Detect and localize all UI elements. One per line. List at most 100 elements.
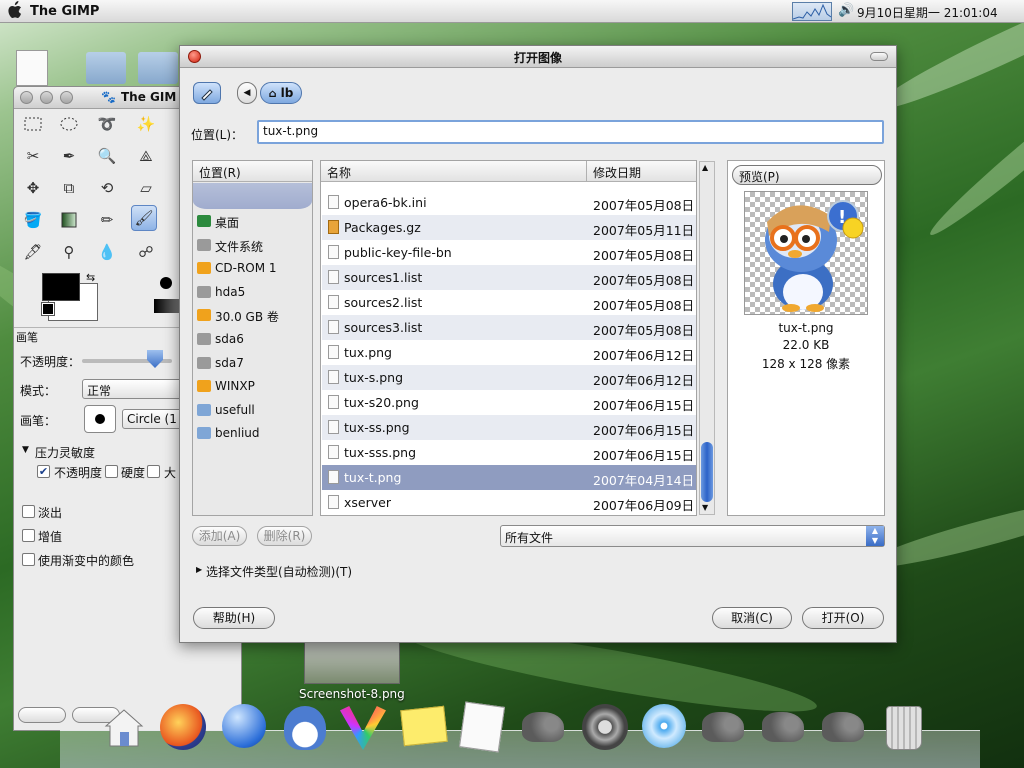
scroll-up-icon[interactable]: ▲	[702, 163, 708, 172]
pencil-icon[interactable]: ✏	[94, 207, 120, 233]
place-item[interactable]: 30.0 GB 卷	[193, 304, 311, 327]
firefox-dock-icon[interactable]	[160, 704, 206, 750]
place-item[interactable]: 文件系统	[193, 234, 311, 257]
gimp-dock-icon[interactable]	[522, 712, 564, 742]
folder-desktop-icon[interactable]	[86, 52, 126, 84]
open-button[interactable]: 打开(O)	[802, 607, 884, 629]
home-place-row[interactable]	[193, 183, 312, 209]
file-row[interactable]: tux-s.png 2007年06月12日	[322, 365, 696, 390]
expander-arrow-icon[interactable]: ▼	[22, 445, 29, 455]
file-row[interactable]: tux-t.png 2007年04月14日	[322, 465, 696, 490]
move-icon[interactable]: ✥	[20, 175, 46, 201]
preview-toggle[interactable]: 预览(P)	[732, 165, 882, 185]
brush-preview-icon[interactable]	[160, 277, 172, 289]
ink-icon[interactable]: 🖋	[20, 239, 46, 265]
gradient-preview-icon[interactable]	[154, 299, 180, 313]
cpu-monitor-icon[interactable]	[792, 2, 832, 21]
place-item[interactable]: CD-ROM 1	[193, 257, 311, 280]
save-options-button[interactable]	[18, 707, 66, 723]
music-dock-icon[interactable]	[642, 704, 686, 748]
place-item[interactable]: sda6	[193, 328, 311, 351]
home-dock-icon[interactable]	[102, 706, 146, 750]
path-back-arrow-icon[interactable]: ◀	[237, 82, 257, 104]
bucket-fill-icon[interactable]: 🪣	[20, 207, 46, 233]
volume-icon[interactable]: 🔊	[838, 3, 854, 18]
increment-checkbox[interactable]	[22, 529, 35, 542]
screenshot-label[interactable]: Screenshot-8.png	[299, 687, 405, 701]
place-item[interactable]: benliud	[193, 422, 311, 445]
path-home-button[interactable]: ⌂ lb	[260, 82, 302, 104]
scrollbar-thumb[interactable]	[701, 442, 713, 502]
gimp-dock-icon[interactable]	[702, 712, 744, 742]
file-row[interactable]: Packages.gz 2007年05月11日	[322, 215, 696, 240]
fuzzy-select-icon[interactable]: ✨	[133, 111, 159, 137]
add-bookmark-button[interactable]: 添加(A)	[192, 526, 247, 546]
scroll-down-icon[interactable]: ▼	[702, 503, 708, 512]
clock[interactable]: 9月10日星期一 21:01:04	[857, 4, 998, 21]
magnify-icon[interactable]: 🔍	[94, 143, 120, 169]
lasso-icon[interactable]: ➰	[94, 111, 120, 137]
pressure-opacity-checkbox[interactable]: ✔	[37, 465, 50, 478]
date-column-header[interactable]: 修改日期	[587, 161, 696, 182]
video-dock-icon[interactable]	[582, 704, 628, 750]
apple-menu-icon[interactable]	[4, 1, 24, 21]
help-button[interactable]: 帮助(H)	[193, 607, 275, 629]
opacity-slider-thumb[interactable]	[147, 350, 163, 368]
file-row[interactable]: tux-ss.png 2007年06月15日	[322, 415, 696, 440]
places-header[interactable]: 位置(R)	[193, 161, 312, 182]
file-row[interactable]: tux-s20.png 2007年06月15日	[322, 390, 696, 415]
filetype-expander[interactable]: 选择文件类型(自动检测)(T)	[206, 563, 352, 580]
rect-select-icon[interactable]	[20, 111, 46, 137]
file-row[interactable]: sources3.list 2007年05月08日	[322, 315, 696, 340]
minimize-window-button[interactable]	[40, 91, 53, 104]
penguin-dock-icon[interactable]	[284, 706, 326, 750]
crop-icon[interactable]: ⧉	[56, 175, 82, 201]
foreground-color-swatch[interactable]	[42, 273, 80, 301]
folder-desktop-icon[interactable]	[138, 52, 178, 84]
expander-arrow-icon[interactable]: ▶	[196, 565, 202, 574]
gimp-dock-icon[interactable]	[762, 712, 804, 742]
dodge-burn-icon[interactable]: ☍	[133, 239, 159, 265]
file-row[interactable]: xserver 2007年06月09日	[322, 490, 696, 515]
cancel-button[interactable]: 取消(C)	[712, 607, 792, 629]
blend-icon[interactable]	[56, 207, 82, 233]
paintbrush-icon[interactable]: 🖌	[131, 205, 157, 231]
app-title[interactable]: The GIMP	[30, 4, 99, 19]
file-list-scrollbar[interactable]: ▲ ▼	[699, 161, 715, 515]
trash-dock-icon[interactable]	[886, 706, 922, 750]
location-input[interactable]: tux-t.png	[257, 120, 884, 144]
remove-bookmark-button[interactable]: 删除(R)	[257, 526, 312, 546]
file-row[interactable]: sources2.list 2007年05月08日	[322, 290, 696, 315]
default-colors-icon[interactable]	[41, 302, 55, 316]
name-column-header[interactable]: 名称	[321, 161, 587, 182]
shear-icon[interactable]: ▱	[133, 175, 159, 201]
ellipse-select-icon[interactable]	[56, 111, 82, 137]
file-row[interactable]: sources1.list 2007年05月08日	[322, 265, 696, 290]
color-picker-icon[interactable]: ✒	[56, 143, 82, 169]
place-item[interactable]: WINXP	[193, 375, 311, 398]
place-item[interactable]: hda5	[193, 281, 311, 304]
file-row[interactable]: tux.png 2007年06月12日	[322, 340, 696, 365]
edit-path-button[interactable]	[193, 82, 221, 104]
swap-colors-icon[interactable]: ⇆	[86, 271, 95, 284]
gimp-dock-icon[interactable]	[822, 712, 864, 742]
pressure-size-checkbox[interactable]	[147, 465, 160, 478]
clone-stamp-icon[interactable]: ⚲	[56, 239, 82, 265]
gradient-checkbox[interactable]	[22, 553, 35, 566]
dialog-titlebar[interactable]: 打开图像	[180, 46, 896, 68]
file-row[interactable]: tux-sss.png 2007年06月15日	[322, 440, 696, 465]
notes-dock-icon[interactable]	[400, 705, 448, 747]
network-globe-dock-icon[interactable]	[222, 704, 266, 748]
file-row[interactable]: public-key-file-bn 2007年05月08日	[322, 240, 696, 265]
pressure-label[interactable]: 压力灵敏度	[35, 444, 95, 461]
measure-icon[interactable]: ⟁	[133, 143, 159, 169]
file-filter-select[interactable]: 所有文件 ▲ ▼	[500, 525, 885, 547]
fade-checkbox[interactable]	[22, 505, 35, 518]
pressure-hardness-checkbox[interactable]	[105, 465, 118, 478]
place-item[interactable]: usefull	[193, 399, 311, 422]
file-row[interactable]: opera6-bk.ini 2007年05月08日	[322, 190, 696, 215]
place-item[interactable]: sda7	[193, 352, 311, 375]
brush-select-button[interactable]	[84, 405, 116, 433]
toolbar-toggle-button[interactable]	[870, 52, 888, 61]
close-window-button[interactable]	[20, 91, 33, 104]
